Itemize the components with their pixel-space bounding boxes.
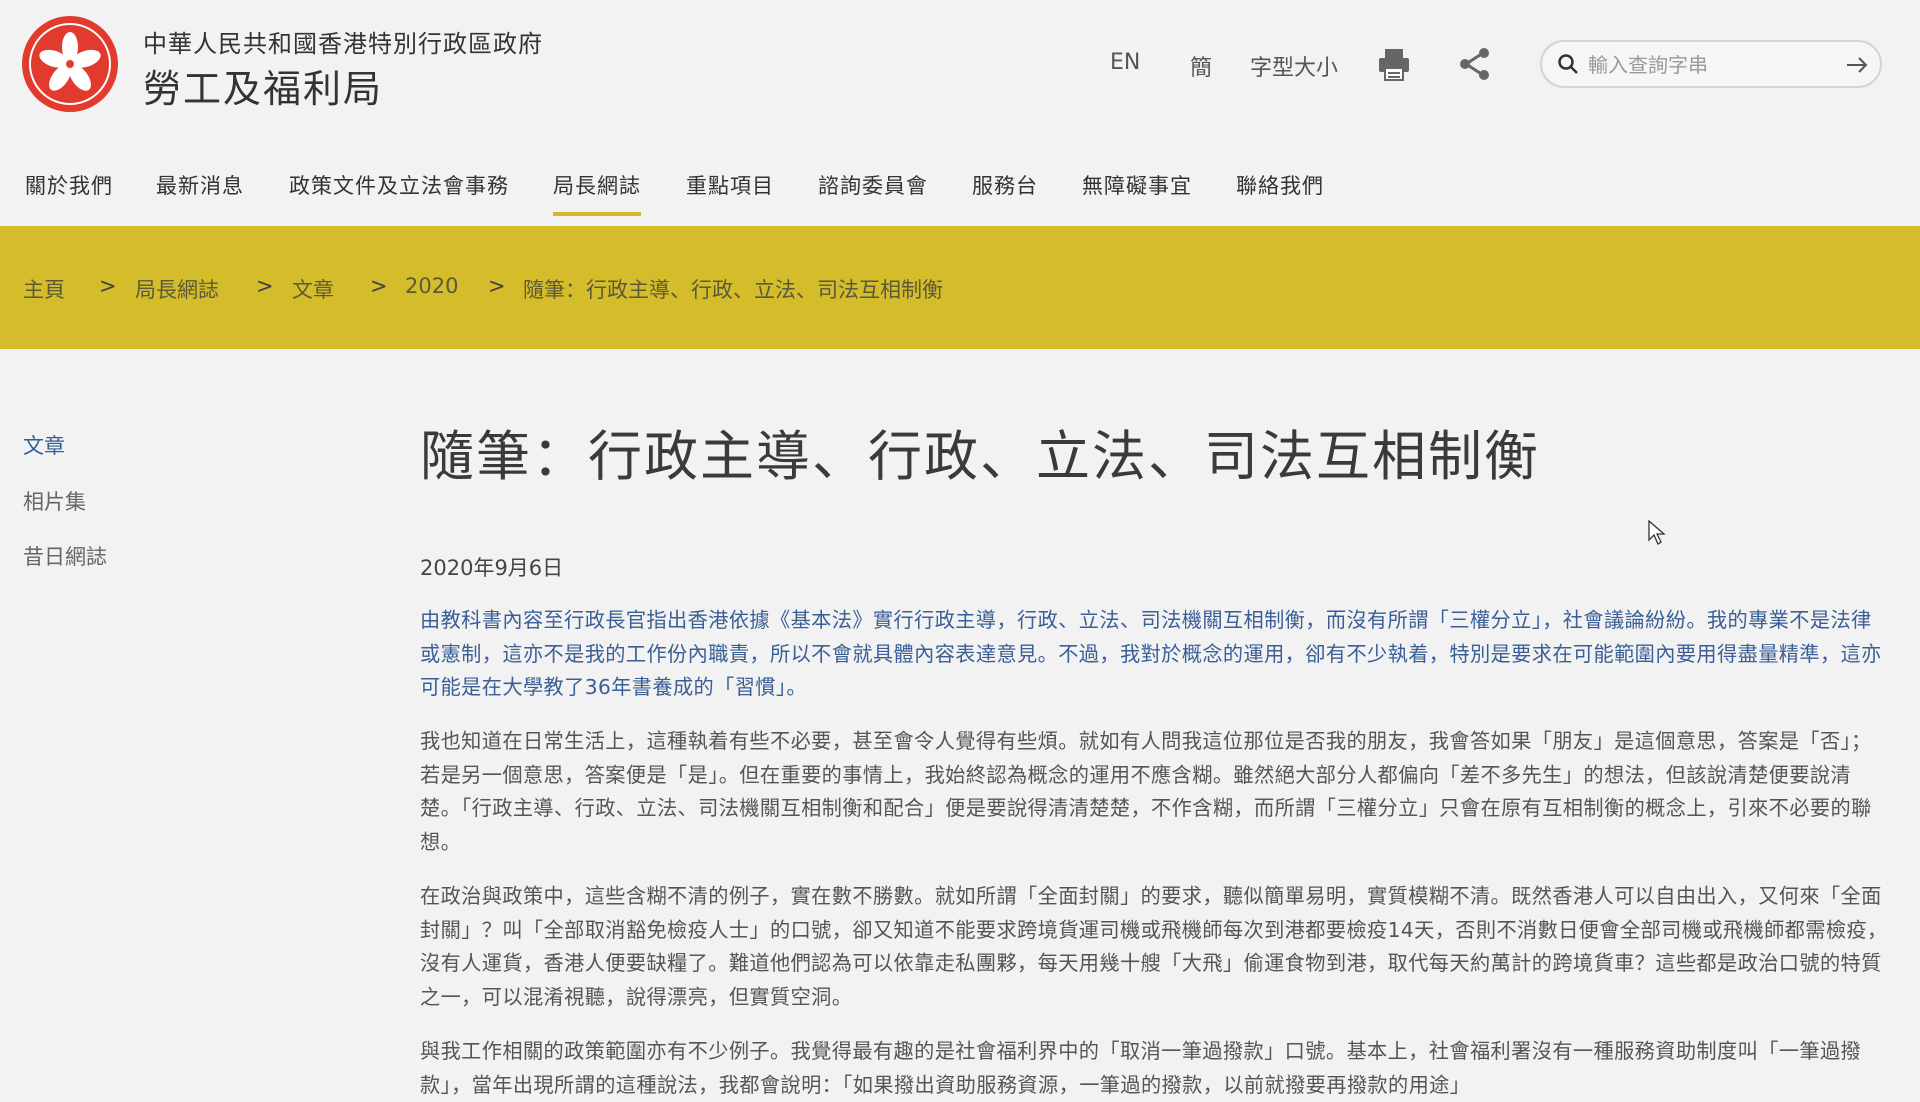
main-navigation: 關於我們 最新消息 政策文件及立法會事務 局長網誌 重點項目 諮詢委員會 服務台… (0, 150, 1920, 220)
breadcrumb: 主頁 > 局長網誌 > 文章 > 2020 > 隨筆：行政主導、行政、立法、司法… (0, 226, 1920, 349)
breadcrumb-separator: > (370, 274, 388, 298)
breadcrumb-current: 隨筆：行政主導、行政、立法、司法互相制衡 (523, 278, 943, 302)
breadcrumb-blog[interactable]: 局長網誌 (135, 274, 219, 304)
breadcrumb-separator: > (99, 274, 117, 298)
nav-item-contact[interactable]: 聯絡我們 (1236, 170, 1324, 200)
nav-item-news[interactable]: 最新消息 (156, 170, 244, 200)
breadcrumb-year[interactable]: 2020 (405, 274, 458, 298)
share-icon[interactable] (1455, 44, 1495, 84)
search-icon (1558, 54, 1578, 74)
article-paragraph: 與我工作相關的政策範圍亦有不少例子。我覺得最有趣的是社會福利界中的「取消一筆過撥… (420, 1039, 1862, 1097)
article-paragraph: 由教科書內容至行政長官指出香港依據《基本法》實行行政主導，行政、立法、司法機關互… (420, 608, 1882, 699)
nav-item-advisory-committees[interactable]: 諮詢委員會 (818, 170, 928, 200)
breadcrumb-separator: > (488, 274, 506, 298)
nav-item-key-projects[interactable]: 重點項目 (686, 170, 774, 200)
sidebar-item-articles[interactable]: 文章 (23, 430, 65, 460)
article-paragraph: 我也知道在日常生活上，這種執着有些不必要，甚至會令人覺得有些煩。就如有人問我這位… (420, 729, 1872, 854)
sidebar-item-gallery[interactable]: 相片集 (23, 486, 86, 516)
language-english-link[interactable]: EN (1110, 50, 1140, 75)
breadcrumb-articles[interactable]: 文章 (292, 274, 334, 304)
government-name: 中華人民共和國香港特別行政區政府 (143, 30, 543, 58)
search-box (1540, 40, 1882, 88)
bureau-name[interactable]: 勞工及福利局 (143, 58, 383, 113)
nav-item-policy[interactable]: 政策文件及立法會事務 (289, 170, 509, 200)
nav-item-service-desk[interactable]: 服務台 (972, 170, 1038, 200)
breadcrumb-home[interactable]: 主頁 (23, 274, 65, 304)
search-input[interactable] (1586, 50, 1830, 80)
mouse-pointer-icon (1648, 520, 1666, 545)
arrow-right-icon[interactable] (1844, 52, 1870, 78)
language-simplified-link[interactable]: 簡 (1190, 50, 1212, 82)
print-icon[interactable] (1374, 44, 1414, 84)
article-paragraph: 在政治與政策中，這些含糊不清的例子，實在數不勝數。就如所謂「全面封關」的要求，聽… (420, 884, 1888, 1009)
sidebar-item-archive[interactable]: 昔日網誌 (23, 541, 107, 571)
font-size-link[interactable]: 字型大小 (1250, 50, 1338, 82)
article-date: 2020年9月6日 (420, 556, 564, 580)
hksar-emblem-icon[interactable] (20, 14, 120, 114)
nav-item-about[interactable]: 關於我們 (25, 170, 113, 200)
site-header: 中華人民共和國香港特別行政區政府 勞工及福利局 EN 簡 字型大小 (0, 0, 1920, 135)
breadcrumb-separator: > (256, 274, 274, 298)
nav-item-blog[interactable]: 局長網誌 (553, 170, 641, 216)
page-title: 隨筆：行政主導、行政、立法、司法互相制衡 (420, 425, 1540, 488)
nav-item-accessibility[interactable]: 無障礙事宜 (1082, 170, 1192, 200)
